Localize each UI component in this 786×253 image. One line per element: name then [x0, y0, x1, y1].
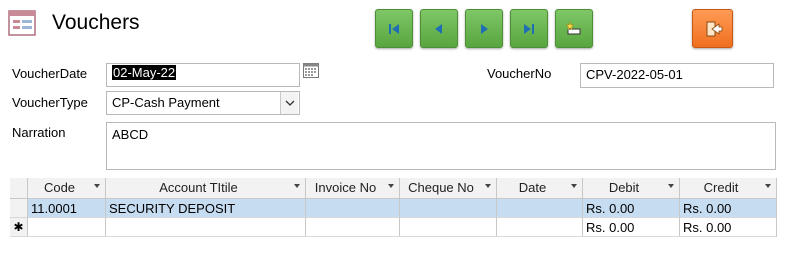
new-cell-invoice-no[interactable]: [306, 218, 400, 237]
cell-debit[interactable]: Rs. 0.00: [583, 199, 680, 218]
column-header-date[interactable]: Date: [497, 178, 583, 199]
voucher-type-label: VoucherType: [12, 95, 88, 110]
column-filter-icon[interactable]: [94, 184, 100, 188]
new-record-icon: [565, 20, 581, 34]
page-title: Vouchers: [52, 11, 140, 34]
new-record-button[interactable]: [555, 9, 593, 48]
exit-icon: [706, 21, 722, 36]
voucher-date-label: VoucherDate: [12, 66, 88, 81]
cell-invoice-no[interactable]: [306, 199, 400, 218]
column-header-account-title[interactable]: Account TItile: [106, 178, 306, 199]
voucher-type-dropdown-button[interactable]: [280, 92, 298, 114]
new-cell-date[interactable]: [497, 218, 583, 237]
first-record-icon: [389, 23, 399, 34]
previous-record-button[interactable]: [420, 9, 458, 48]
last-record-button[interactable]: [510, 9, 548, 48]
grid-corner[interactable]: [10, 178, 28, 199]
calendar-icon[interactable]: [303, 63, 319, 78]
new-cell-debit[interactable]: Rs. 0.00: [583, 218, 680, 237]
column-header-credit[interactable]: Credit: [680, 178, 777, 199]
new-record-marker[interactable]: ✱: [10, 218, 28, 237]
column-filter-icon[interactable]: [388, 184, 394, 188]
row-selector[interactable]: [10, 199, 28, 218]
next-record-button[interactable]: [465, 9, 503, 48]
column-filter-icon[interactable]: [485, 184, 491, 188]
first-record-button[interactable]: [375, 9, 413, 48]
cell-account-title[interactable]: SECURITY DEPOSIT: [106, 199, 306, 218]
new-cell-code[interactable]: [28, 218, 106, 237]
voucher-no-field[interactable]: CPV-2022-05-01: [580, 63, 774, 88]
cell-code[interactable]: 11.0001: [28, 199, 106, 218]
last-record-icon: [524, 23, 534, 34]
voucher-date-value: 02-May-22: [112, 65, 177, 80]
voucher-date-field[interactable]: 02-May-22: [106, 63, 300, 87]
voucher-type-value: CP-Cash Payment: [112, 95, 220, 110]
column-header-code[interactable]: Code: [28, 178, 106, 199]
column-filter-icon[interactable]: [765, 184, 771, 188]
new-cell-credit[interactable]: Rs. 0.00: [680, 218, 777, 237]
next-record-icon: [481, 23, 488, 34]
cell-credit[interactable]: Rs. 0.00: [680, 199, 777, 218]
cell-cheque-no[interactable]: [400, 199, 497, 218]
voucher-type-select[interactable]: CP-Cash Payment: [106, 91, 300, 115]
grid-empty-area: [10, 237, 777, 253]
column-filter-icon[interactable]: [571, 184, 577, 188]
column-header-invoice-no[interactable]: Invoice No: [306, 178, 400, 199]
voucher-no-label: VoucherNo: [487, 66, 552, 81]
column-filter-icon[interactable]: [668, 184, 674, 188]
column-header-cheque-no[interactable]: Cheque No: [400, 178, 497, 199]
cell-date[interactable]: [497, 199, 583, 218]
new-cell-cheque-no[interactable]: [400, 218, 497, 237]
new-cell-account-title[interactable]: [106, 218, 306, 237]
chevron-down-icon: [285, 100, 294, 106]
previous-record-icon: [435, 23, 442, 34]
exit-button[interactable]: [692, 9, 733, 48]
narration-field[interactable]: ABCD: [106, 122, 776, 170]
form-icon: [8, 10, 36, 36]
column-filter-icon[interactable]: [294, 184, 300, 188]
narration-label: Narration: [12, 125, 66, 140]
column-header-debit[interactable]: Debit: [583, 178, 680, 199]
